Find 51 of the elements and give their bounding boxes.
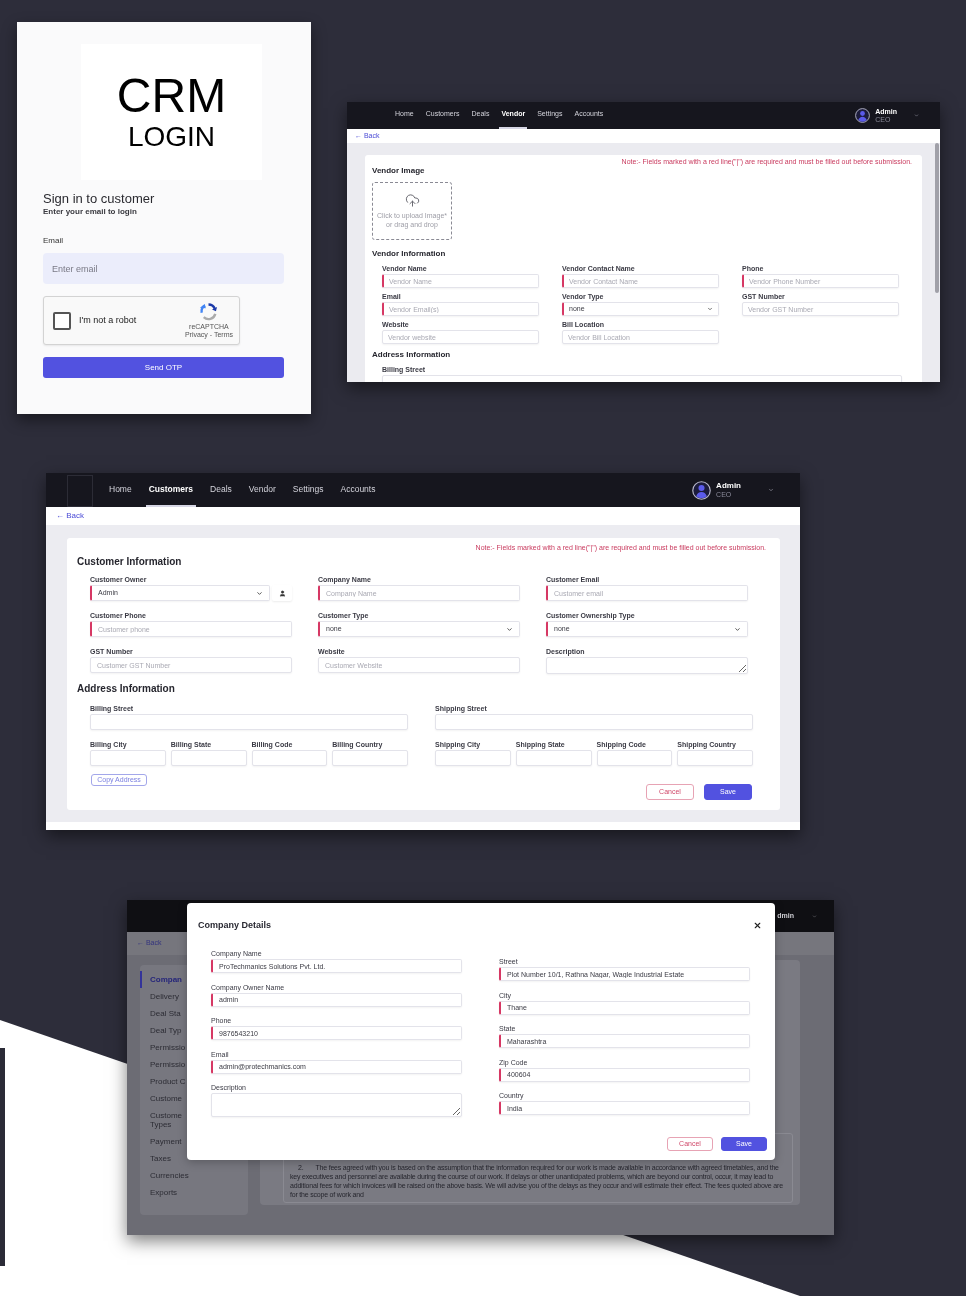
input-field[interactable] <box>596 750 673 766</box>
chevron-down-icon <box>734 625 741 633</box>
input-field[interactable] <box>251 750 328 766</box>
chevron-down-icon <box>707 306 713 312</box>
nav-tab[interactable]: Customers <box>145 473 197 507</box>
input-field[interactable] <box>435 750 511 766</box>
textarea-field[interactable] <box>211 1093 462 1117</box>
textarea-field[interactable] <box>546 657 748 674</box>
section-heading: Address Information <box>77 683 176 695</box>
nav-tab[interactable]: Deals <box>207 473 235 507</box>
nav-tab[interactable]: Home <box>106 473 135 507</box>
captcha-checkbox[interactable] <box>53 311 71 330</box>
chevron-down-icon <box>256 589 263 597</box>
nav-tab[interactable]: Accounts <box>337 473 379 507</box>
close-icon[interactable] <box>753 921 762 930</box>
captcha-label: I'm not a robot <box>79 313 137 327</box>
chevron-down-icon <box>506 625 513 633</box>
caret-icon[interactable] <box>914 113 919 118</box>
sign-in-subheading: Enter your email to login <box>43 207 137 217</box>
avatar-icon[interactable] <box>855 108 871 123</box>
email-field[interactable]: Enter email <box>43 253 284 284</box>
caret-icon[interactable] <box>768 487 774 493</box>
logo-subtitle: LOGIN <box>127 122 216 152</box>
input-field[interactable] <box>170 750 247 766</box>
cloud-upload-icon <box>404 193 420 208</box>
send-otp-button[interactable]: Send OTP <box>43 357 284 378</box>
user-button[interactable] <box>272 585 292 601</box>
caret-icon[interactable] <box>812 913 817 919</box>
back-link[interactable]: ← Back <box>56 510 84 522</box>
input-field[interactable] <box>515 750 592 766</box>
input-field[interactable] <box>332 750 408 766</box>
email-label: Email <box>43 236 63 246</box>
section-heading: Vendor Information <box>372 249 447 259</box>
recaptcha-logo-icon <box>199 302 219 321</box>
modal-title: Company Details <box>198 918 272 932</box>
section-heading: Vendor Image <box>372 166 426 176</box>
user-icon <box>278 589 286 597</box>
input-field[interactable] <box>435 714 753 730</box>
nav-tab[interactable]: Vendor <box>245 473 279 507</box>
input-field[interactable] <box>90 750 166 766</box>
scrollbar[interactable] <box>935 143 939 293</box>
input-field[interactable] <box>677 750 753 766</box>
section-heading: Customer Information <box>77 556 183 568</box>
sign-in-heading: Sign in to customer <box>43 191 155 207</box>
input-field[interactable] <box>90 714 408 730</box>
logo-placeholder <box>67 475 93 507</box>
user-name: Admin <box>716 482 741 490</box>
avatar-icon[interactable] <box>692 480 712 500</box>
nav-tab[interactable]: Settings <box>289 473 327 507</box>
logo-title: CRM <box>116 72 227 120</box>
section-heading: Address Information <box>372 350 452 360</box>
